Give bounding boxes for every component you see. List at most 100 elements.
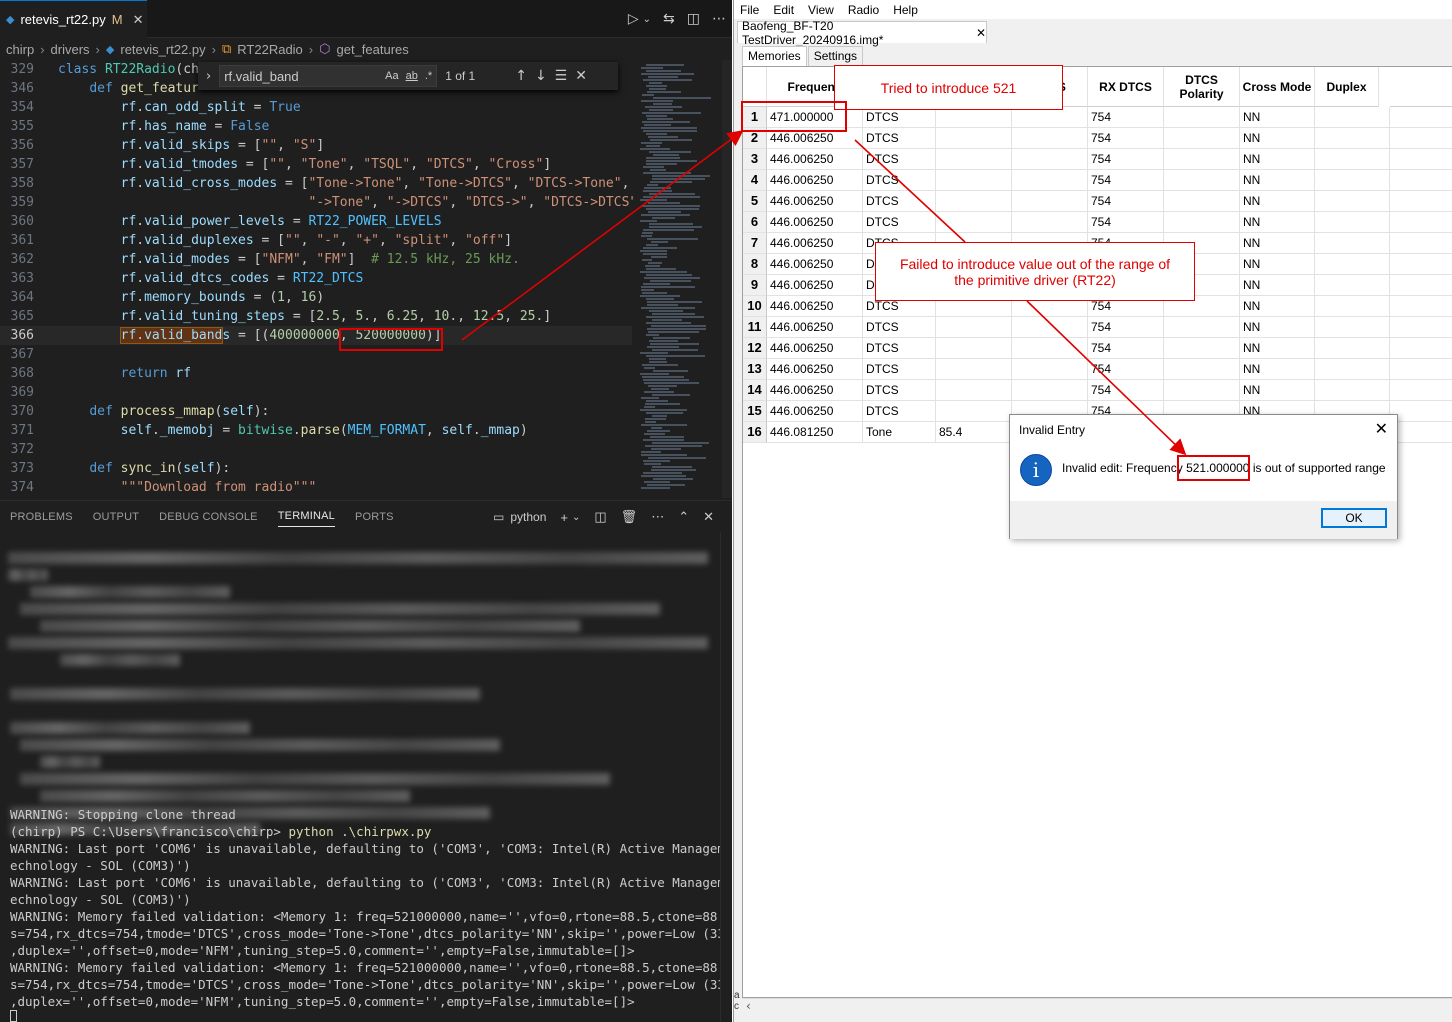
cell-dtcs[interactable]: 754: [1088, 128, 1164, 149]
cell-rx-dtcs[interactable]: [1164, 191, 1240, 212]
code-line[interactable]: 359 "->Tone", "->DTCS", "DTCS->", "DTCS-…: [0, 193, 638, 212]
cell-frequency[interactable]: 446.006250: [767, 275, 863, 296]
cell-duplex[interactable]: [1390, 212, 1452, 233]
cell-dtcs-polarity[interactable]: NN: [1240, 233, 1315, 254]
cell-duplex[interactable]: [1390, 254, 1452, 275]
cell-dtcs-polarity[interactable]: NN: [1240, 296, 1315, 317]
cell-tone-b[interactable]: [1012, 380, 1088, 401]
cell-frequency[interactable]: 446.006250: [767, 191, 863, 212]
cell-frequency[interactable]: 446.006250: [767, 359, 863, 380]
cell-tone-b[interactable]: [1012, 338, 1088, 359]
cell-cross-mode[interactable]: [1315, 296, 1390, 317]
cell-dtcs[interactable]: 754: [1088, 191, 1164, 212]
cell-frequency[interactable]: 446.006250: [767, 380, 863, 401]
code-line[interactable]: 374 """Download from radio""": [0, 478, 632, 497]
cell-mode[interactable]: DTCS: [863, 170, 936, 191]
code-line[interactable]: 360 rf.valid_power_levels = RT22_POWER_L…: [0, 212, 632, 231]
menu-radio[interactable]: Radio: [848, 3, 879, 17]
menu-edit[interactable]: Edit: [773, 3, 794, 17]
cell-duplex[interactable]: [1390, 401, 1452, 422]
cell-duplex[interactable]: [1390, 296, 1452, 317]
column-header-cross-mode[interactable]: Cross Mode: [1240, 67, 1315, 107]
cell-duplex[interactable]: [1390, 275, 1452, 296]
cell-tone-b[interactable]: [1012, 107, 1088, 128]
column-header-duplex[interactable]: Duplex: [1315, 67, 1379, 107]
cell-tone[interactable]: [936, 107, 1012, 128]
cell-tone-b[interactable]: [1012, 191, 1088, 212]
cell-tone[interactable]: [936, 128, 1012, 149]
cell-dtcs-polarity[interactable]: NN: [1240, 317, 1315, 338]
cell-duplex[interactable]: [1390, 128, 1452, 149]
cell-dtcs[interactable]: 754: [1088, 317, 1164, 338]
cell-mode[interactable]: DTCS: [863, 149, 936, 170]
cell-mode[interactable]: DTCS: [863, 191, 936, 212]
split-editor-icon[interactable]: ◫: [687, 11, 700, 27]
cell-mode[interactable]: DTCS: [863, 107, 936, 128]
cell-duplex[interactable]: [1390, 191, 1452, 212]
table-row[interactable]: 1 471.000000 DTCS 754 NN: [743, 107, 1452, 128]
panel-tab-ports[interactable]: PORTS: [355, 511, 394, 523]
cell-dtcs-polarity[interactable]: NN: [1240, 275, 1315, 296]
cell-tone[interactable]: [936, 380, 1012, 401]
run-icon[interactable]: ▷: [628, 11, 639, 27]
cell-cross-mode[interactable]: [1315, 359, 1390, 380]
chevron-right-icon[interactable]: ›: [206, 69, 211, 84]
plus-icon[interactable]: +: [560, 510, 568, 525]
cell-frequency[interactable]: 446.081250: [767, 422, 863, 443]
cell-tone[interactable]: [936, 317, 1012, 338]
code-editor[interactable]: 329 class RT22Radio(ch 346 def get_featur 3…: [0, 60, 638, 498]
cell-cross-mode[interactable]: [1315, 275, 1390, 296]
chevron-left-icon[interactable]: ‹: [746, 999, 751, 1013]
breadcrumb-item-file[interactable]: retevis_rt22.py: [120, 42, 205, 57]
match-word-toggle[interactable]: ab: [406, 70, 418, 82]
breadcrumb-item-drivers[interactable]: drivers: [51, 42, 90, 57]
table-row[interactable]: 12 446.006250 DTCS 754 NN: [743, 338, 1452, 359]
editor-tab-retevis[interactable]: ◆ retevis_rt22.py M ✕: [0, 0, 147, 38]
cell-frequency[interactable]: 446.006250: [767, 212, 863, 233]
cell-mode[interactable]: DTCS: [863, 401, 936, 422]
table-row[interactable]: 5 446.006250 DTCS 754 NN: [743, 191, 1452, 212]
breadcrumb-item-class[interactable]: RT22Radio: [237, 42, 303, 57]
cell-tone[interactable]: [936, 212, 1012, 233]
code-line[interactable]: 354 rf.can_odd_split = True: [0, 98, 632, 117]
cell-dtcs-polarity[interactable]: NN: [1240, 128, 1315, 149]
close-icon[interactable]: ✕: [133, 12, 144, 28]
column-header-rx-dtcs[interactable]: RX DTCS: [1088, 67, 1164, 107]
table-row[interactable]: 4 446.006250 DTCS 754 NN: [743, 170, 1452, 191]
breadcrumb-item-chirp[interactable]: chirp: [6, 42, 34, 57]
cell-tone[interactable]: [936, 149, 1012, 170]
compare-icon[interactable]: ⇆: [663, 11, 675, 27]
cell-cross-mode[interactable]: [1315, 233, 1390, 254]
cell-frequency[interactable]: 446.006250: [767, 233, 863, 254]
cell-tone-b[interactable]: [1012, 128, 1088, 149]
menu-file[interactable]: File: [740, 3, 759, 17]
cell-mode[interactable]: Tone: [863, 422, 936, 443]
cell-rx-dtcs[interactable]: [1164, 170, 1240, 191]
cell-tone-b[interactable]: [1012, 149, 1088, 170]
cell-frequency[interactable]: 446.006250: [767, 317, 863, 338]
tab-memories[interactable]: Memories: [742, 46, 807, 66]
breadcrumb-item-method[interactable]: get_features: [337, 42, 409, 57]
panel-tab-output[interactable]: OUTPUT: [93, 511, 139, 523]
panel-tab-problems[interactable]: PROBLEMS: [10, 511, 73, 523]
cell-duplex[interactable]: [1390, 149, 1452, 170]
cell-frequency[interactable]: 446.006250: [767, 401, 863, 422]
table-row[interactable]: 14 446.006250 DTCS 754 NN: [743, 380, 1452, 401]
cell-cross-mode[interactable]: [1315, 170, 1390, 191]
cell-cross-mode[interactable]: [1315, 380, 1390, 401]
code-line[interactable]: 364 rf.memory_bounds = (1, 16): [0, 288, 632, 307]
table-row[interactable]: 6 446.006250 DTCS 754 NN: [743, 212, 1452, 233]
close-icon[interactable]: ✕: [703, 509, 714, 525]
cell-frequency[interactable]: 446.006250: [767, 170, 863, 191]
cell-tone-b[interactable]: [1012, 317, 1088, 338]
cell-tone-b[interactable]: [1012, 359, 1088, 380]
cell-cross-mode[interactable]: [1315, 107, 1390, 128]
cell-dtcs-polarity[interactable]: NN: [1240, 107, 1315, 128]
cell-dtcs-polarity[interactable]: NN: [1240, 191, 1315, 212]
close-icon[interactable]: ✕: [976, 26, 986, 40]
cell-dtcs[interactable]: 754: [1088, 107, 1164, 128]
more-icon[interactable]: ⋯: [651, 509, 664, 525]
cell-cross-mode[interactable]: [1315, 254, 1390, 275]
chevron-down-icon[interactable]: ⌄: [643, 14, 651, 25]
regex-toggle[interactable]: .*: [425, 70, 432, 82]
